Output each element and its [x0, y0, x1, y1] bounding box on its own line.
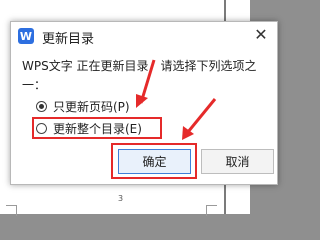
annotation-arrow-option — [136, 59, 156, 108]
annotation-arrow-ok — [182, 98, 217, 140]
annotation-arrows — [136, 59, 217, 140]
